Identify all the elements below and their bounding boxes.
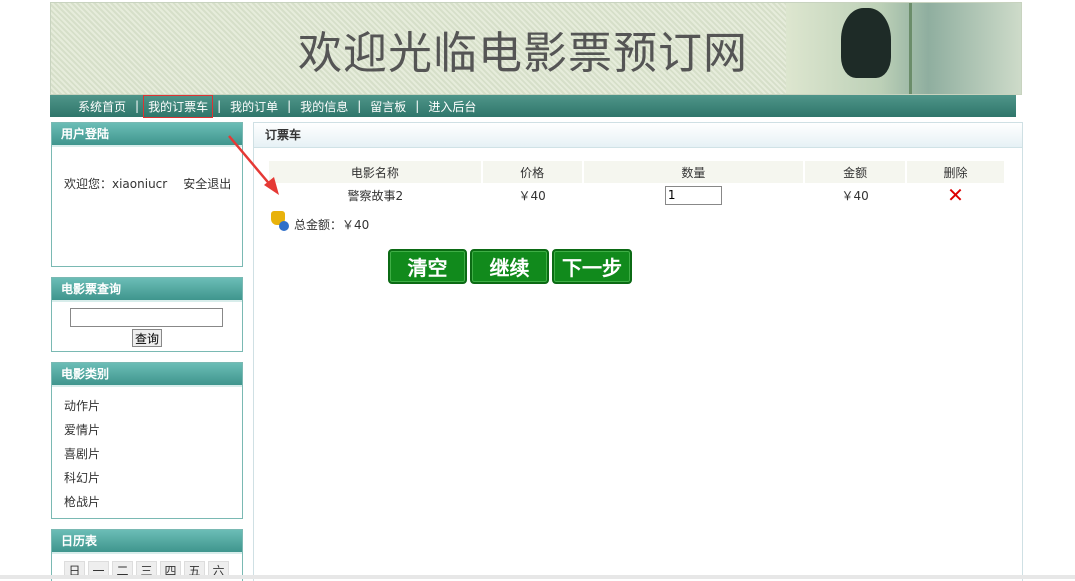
total-amount: 总金额：￥40 — [294, 218, 370, 232]
cart-title: 订票车 — [254, 123, 1022, 148]
nav-admin[interactable]: 进入后台 — [424, 96, 480, 117]
continue-button[interactable]: 继续 — [470, 249, 549, 284]
search-button[interactable]: 查询 — [132, 329, 162, 347]
nav-my-cart[interactable]: 我的订票车 — [143, 94, 214, 118]
amount: ￥40 — [841, 188, 869, 203]
search-panel-title: 电影票查询 — [52, 278, 242, 302]
nav-home[interactable]: 系统首页 — [74, 96, 130, 117]
col-amount: 金额 — [804, 161, 908, 183]
banner-photo — [786, 3, 1021, 94]
price: ￥40 — [518, 188, 546, 203]
nav-my-info[interactable]: 我的信息 — [296, 96, 352, 117]
login-panel: 用户登陆 欢迎您：xiaoniucr 安全退出 — [51, 122, 243, 267]
col-price: 价格 — [481, 161, 584, 183]
nav-separator: | — [287, 99, 292, 113]
nav-separator: | — [357, 99, 362, 113]
banner-plant — [909, 3, 912, 94]
movie-name: 警察故事2 — [347, 188, 404, 203]
col-delete: 删除 — [906, 161, 1006, 183]
login-panel-title: 用户登陆 — [52, 123, 242, 147]
site-banner: 欢迎光临电影票预订网 — [50, 2, 1022, 95]
window-bottom-edge — [0, 575, 1075, 579]
nav-message-board[interactable]: 留言板 — [366, 96, 410, 117]
banner-figure — [841, 8, 891, 78]
col-movie-name: 电影名称 — [269, 161, 483, 183]
table-row: 警察故事2 ￥40 ￥40 ✕ — [269, 183, 1005, 207]
search-input[interactable] — [70, 308, 223, 327]
cart-total: 总金额：￥40 — [269, 211, 369, 233]
page: 欢迎光临电影票预订网 系统首页 | 我的订票车 | 我的订单 | 我的信息 | … — [50, 2, 1023, 581]
close-x-icon[interactable]: ✕ — [947, 183, 964, 207]
nav-separator: | — [217, 99, 222, 113]
quantity-input[interactable] — [664, 185, 722, 205]
clear-button[interactable]: 清空 — [388, 249, 467, 284]
nav-separator: | — [415, 99, 420, 113]
calendar-panel: 日历表 日 一 二 三 四 五 六 — [51, 529, 243, 581]
money-bag-icon — [269, 211, 291, 233]
category-action[interactable]: 动作片 — [64, 394, 242, 418]
calendar-panel-title: 日历表 — [52, 530, 242, 554]
search-panel: 电影票查询 查询 — [51, 277, 243, 352]
category-panel: 电影类别 动作片 爱情片 喜剧片 科幻片 枪战片 — [51, 362, 243, 519]
cart-actions: 清空 继续 下一步 — [388, 249, 632, 284]
category-gunfight[interactable]: 枪战片 — [64, 490, 242, 514]
category-comedy[interactable]: 喜剧片 — [64, 442, 242, 466]
col-quantity: 数量 — [582, 161, 806, 183]
cart-table: 电影名称 价格 数量 金额 删除 警察故事2 ￥40 ￥40 ✕ — [269, 161, 1006, 207]
category-panel-title: 电影类别 — [52, 363, 242, 387]
main-nav: 系统首页 | 我的订票车 | 我的订单 | 我的信息 | 留言板 | 进入后台 — [50, 94, 1016, 118]
welcome-text: 欢迎您：xiaoniucr — [64, 177, 168, 191]
nav-separator: | — [135, 99, 140, 113]
site-title: 欢迎光临电影票预订网 — [298, 28, 748, 79]
next-step-button[interactable]: 下一步 — [552, 249, 632, 284]
category-romance[interactable]: 爱情片 — [64, 418, 242, 442]
logout-link[interactable]: 安全退出 — [183, 175, 231, 192]
category-scifi[interactable]: 科幻片 — [64, 466, 242, 490]
nav-my-orders[interactable]: 我的订单 — [226, 96, 282, 117]
cart-panel: 订票车 电影名称 价格 数量 金额 删除 警察故事2 ￥40 ￥40 ✕ — [253, 122, 1023, 581]
